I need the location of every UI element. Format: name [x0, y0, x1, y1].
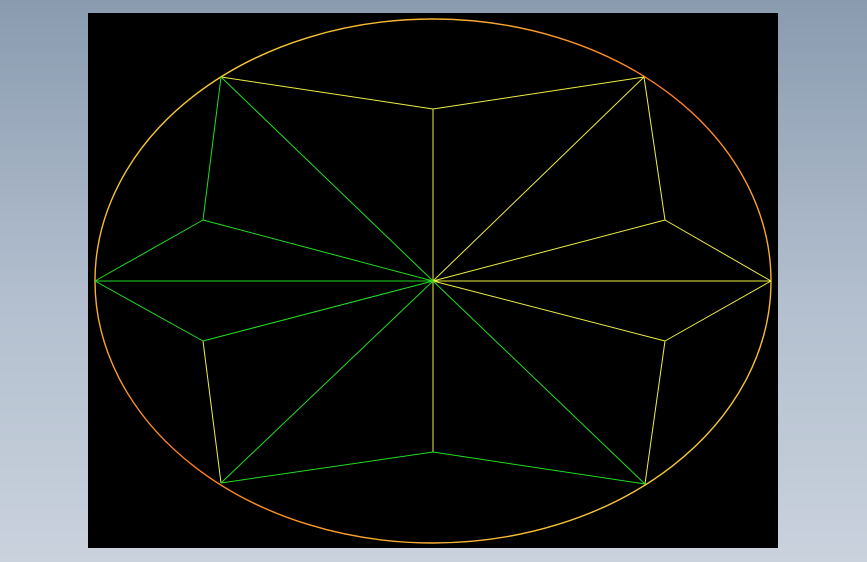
- facet-edge: [202, 340, 222, 484]
- facet-edge: [432, 76, 645, 110]
- facet-edge: [643, 76, 666, 221]
- facet-edge: [220, 76, 434, 110]
- facet-edge: [432, 76, 645, 282]
- facet-edge: [220, 280, 434, 484]
- facet-edge: [220, 76, 434, 282]
- facet-edge: [202, 76, 222, 221]
- facet-edge: [432, 451, 646, 485]
- drawing-viewport[interactable]: [88, 13, 778, 548]
- facet-edge: [202, 280, 434, 342]
- facet-edge: [220, 451, 434, 484]
- facet-edge: [644, 340, 666, 485]
- facet-edge: [664, 280, 772, 342]
- facet-edge: [432, 280, 666, 342]
- facet-edge: [664, 219, 772, 282]
- star-facet-drawing: [94, 18, 772, 544]
- facet-edge: [202, 219, 434, 282]
- facet-edge: [432, 219, 666, 282]
- facet-edge: [94, 219, 204, 282]
- facet-edge: [94, 280, 204, 342]
- facet-edge: [432, 280, 646, 485]
